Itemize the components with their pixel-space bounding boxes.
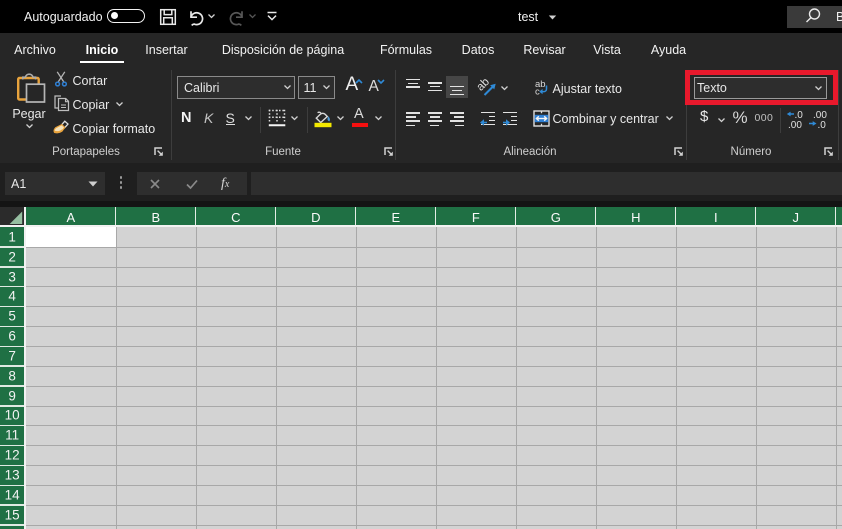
svg-text:.00: .00 (788, 120, 802, 130)
svg-text:c: c (535, 87, 540, 97)
svg-text:.0: .0 (818, 120, 827, 130)
